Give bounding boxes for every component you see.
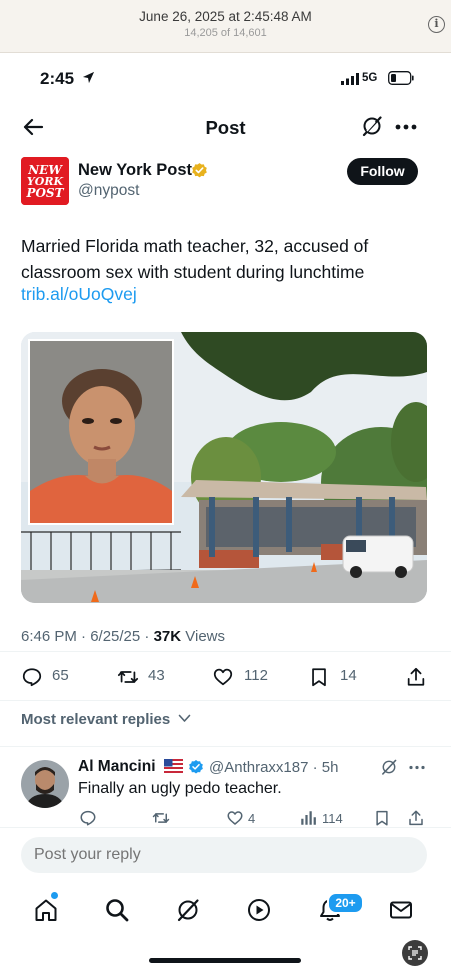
photo-date: June 26, 2025 at 2:45:48 AM xyxy=(139,9,312,24)
mugshot-inset xyxy=(28,339,174,525)
views-icon[interactable] xyxy=(299,809,317,827)
logo-line-3: POST xyxy=(25,186,64,200)
live-text-button[interactable] xyxy=(402,940,428,966)
more-icon[interactable] xyxy=(395,124,417,130)
views-label: Views xyxy=(181,628,226,645)
search-icon[interactable] xyxy=(104,897,130,923)
like-icon[interactable] xyxy=(212,666,234,688)
replies-sort-button[interactable]: Most relevant replies xyxy=(21,711,170,728)
reply-avatar-image xyxy=(21,760,69,808)
grok-icon[interactable] xyxy=(361,115,383,137)
reply-icon[interactable] xyxy=(21,666,43,688)
reply-like-count: 4 xyxy=(248,811,256,826)
like-icon[interactable] xyxy=(226,809,244,827)
verified-gold-icon xyxy=(192,163,207,178)
reply-handle-time: @Anthraxx187 · 5h xyxy=(209,759,338,776)
messages-icon[interactable] xyxy=(388,897,414,923)
home-notification-dot xyxy=(51,892,58,899)
info-icon[interactable]: i xyxy=(428,16,445,33)
author-handle[interactable]: @nypost xyxy=(78,182,139,200)
signal-icon xyxy=(341,73,359,85)
share-icon[interactable] xyxy=(405,666,427,688)
notifications-badge: 20+ xyxy=(327,892,364,914)
grok-icon[interactable] xyxy=(380,758,398,776)
reply-count: 65 xyxy=(52,667,69,684)
author-name[interactable]: New York Post xyxy=(78,161,192,180)
reply-icon[interactable] xyxy=(79,809,97,827)
reply-view-count: 114 xyxy=(322,811,343,826)
follow-button[interactable]: Follow xyxy=(347,158,418,185)
author-avatar[interactable]: NEW YORK POST xyxy=(21,157,69,205)
divider xyxy=(0,746,451,747)
photo-count: 14,205 of 14,601 xyxy=(184,27,267,39)
post-link[interactable]: trib.al/oUoQvej xyxy=(21,284,137,305)
reply-input[interactable] xyxy=(34,846,394,864)
divider xyxy=(0,827,451,828)
nyp-logo-icon: NEW YORK POST xyxy=(21,157,69,205)
more-icon[interactable] xyxy=(409,765,425,770)
reply-avatar[interactable] xyxy=(21,760,69,808)
us-flag-icon xyxy=(164,759,183,773)
video-icon[interactable] xyxy=(246,897,272,923)
divider xyxy=(0,651,451,652)
reply-handle[interactable]: @Anthraxx187 xyxy=(209,759,308,776)
mugshot-image xyxy=(30,341,172,523)
repost-icon[interactable] xyxy=(152,809,170,827)
reply-time: · 5h xyxy=(312,759,339,776)
page-title: Post xyxy=(205,117,246,138)
chevron-down-icon[interactable] xyxy=(178,714,191,723)
repost-icon[interactable] xyxy=(117,666,139,688)
share-icon[interactable] xyxy=(407,809,425,827)
divider xyxy=(0,700,451,701)
like-count: 112 xyxy=(244,667,268,684)
home-icon[interactable] xyxy=(33,897,59,923)
network-label: 5G xyxy=(362,72,378,84)
post-timestamp: 6:46 PM · 6/25/25 · xyxy=(21,628,154,645)
status-time: 2:45 xyxy=(40,69,75,88)
location-arrow-icon xyxy=(82,71,95,84)
post-text: Married Florida math teacher, 32, accuse… xyxy=(21,236,369,282)
repost-count: 43 xyxy=(148,667,165,684)
home-indicator xyxy=(149,958,301,963)
bookmark-icon[interactable] xyxy=(308,666,330,688)
live-text-icon xyxy=(408,946,422,960)
verified-blue-icon xyxy=(189,760,203,774)
reply-text: Finally an ugly pedo teacher. xyxy=(78,780,282,797)
post-meta: 6:46 PM · 6/25/25 · 37K Views xyxy=(21,628,225,645)
bookmark-count: 14 xyxy=(340,667,357,684)
grok-icon[interactable] xyxy=(175,897,201,923)
views-count: 37K xyxy=(153,628,182,645)
bookmark-icon[interactable] xyxy=(373,809,391,827)
battery-icon xyxy=(388,71,414,85)
reply-author-name[interactable]: Al Mancini xyxy=(78,758,156,776)
